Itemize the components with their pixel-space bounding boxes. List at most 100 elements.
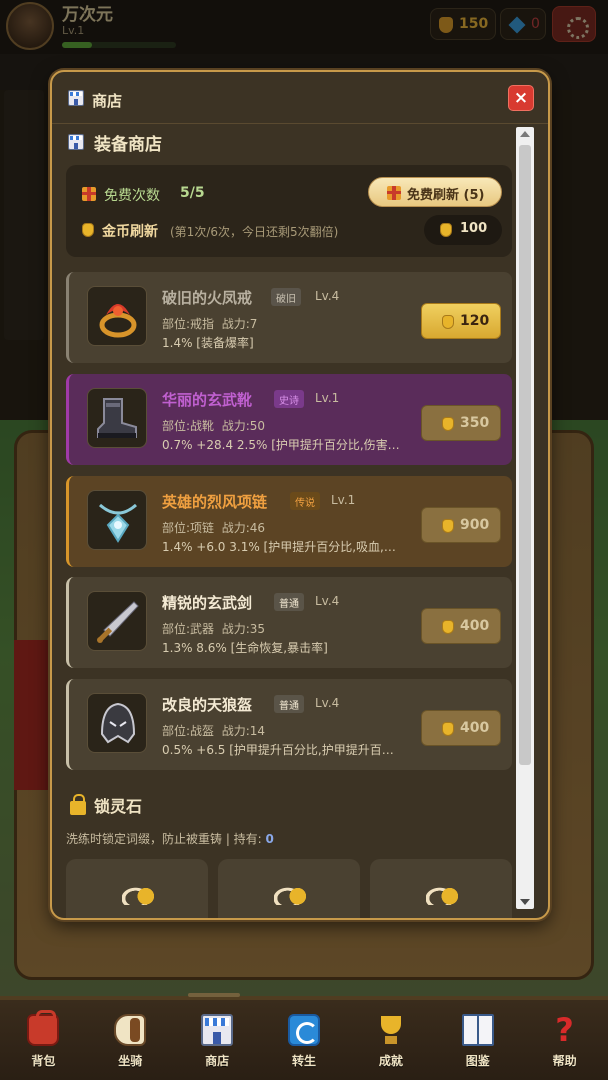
- item-slot: 部位:项链: [162, 521, 215, 535]
- lock-icon: [70, 794, 86, 815]
- gift-icon: [387, 186, 401, 200]
- free-refresh-count: 5/5: [180, 185, 205, 201]
- gift-icon: [82, 187, 96, 201]
- item-power: 战力:50: [221, 419, 266, 433]
- rebirth-icon: [288, 1014, 320, 1046]
- lock-stone-description: 洗练时锁定词缀，防止被重铸 | 持有: 0: [66, 830, 274, 847]
- nav-rebirth[interactable]: 转生: [261, 1000, 348, 1080]
- horse-icon: [114, 1014, 147, 1046]
- lock-stone-slot[interactable]: [66, 859, 208, 918]
- coin-icon: [442, 620, 454, 634]
- item-slot: 部位:武器: [162, 622, 215, 636]
- nav-label: 背包: [31, 1054, 56, 1068]
- item-power: 战力:46: [221, 521, 266, 535]
- buy-button[interactable]: 400: [421, 608, 501, 644]
- item-price: 400: [460, 618, 490, 634]
- nav-mount[interactable]: 坐骑: [87, 1000, 174, 1080]
- ring-icon: [87, 286, 147, 346]
- buy-button[interactable]: 350: [421, 405, 501, 441]
- nav-codex[interactable]: 图鉴: [434, 1000, 521, 1080]
- rarity-badge: 传说: [290, 492, 320, 510]
- item-level: Lv.1: [315, 391, 340, 405]
- nav-help[interactable]: ? 帮助: [521, 1000, 608, 1080]
- buy-button[interactable]: 120: [421, 303, 501, 339]
- item-affix: 0.5% +6.5 [护甲提升百分比,护甲提升百…: [162, 743, 394, 757]
- coin-refresh-label: 金币刷新: [102, 224, 158, 240]
- coin-icon: [82, 223, 94, 237]
- shop-item-card: 英雄的烈风项链 传说 Lv.1 部位:项链 战力:46 1.4% +6.0 3.…: [66, 476, 512, 567]
- modal-header: 商店 ×: [52, 72, 548, 124]
- item-slot: 部位:战盔: [162, 724, 215, 738]
- item-price: 900: [460, 517, 490, 533]
- shop-item-card: 破旧的火凤戒 破旧 Lv.4 部位:戒指 战力:7 1.4% [装备爆率] 12…: [66, 272, 512, 363]
- nav-achievements[interactable]: 成就: [347, 1000, 434, 1080]
- free-refresh-button-label: 免费刷新 (5): [407, 188, 485, 203]
- shop-icon: [201, 1014, 234, 1046]
- lock-stone-title: 锁灵石: [94, 797, 143, 816]
- free-refresh-label: 免费次数: [104, 188, 160, 204]
- item-level: Lv.4: [315, 594, 340, 608]
- lock-stone-slot[interactable]: [370, 859, 512, 918]
- rarity-badge: 史诗: [274, 390, 304, 408]
- item-price: 350: [460, 415, 490, 431]
- item-name: 精锐的玄武剑: [162, 594, 253, 612]
- coin-icon: [442, 417, 454, 431]
- shop-item-card: 精锐的玄武剑 普通 Lv.4 部位:武器 战力:35 1.3% 8.6% [生命…: [66, 577, 512, 668]
- item-slot: 部位:战靴: [162, 419, 215, 433]
- item-power: 战力:7: [221, 317, 258, 331]
- scroll-up-arrow-icon[interactable]: [520, 131, 530, 137]
- item-affix: 1.4% +6.0 3.1% [护甲提升百分比,吸血,伤…: [162, 540, 407, 554]
- item-price: 400: [460, 720, 490, 736]
- book-icon: [461, 1014, 494, 1046]
- coin-refresh-note: (第1次/6次，今日还剩5次翻倍): [170, 225, 339, 239]
- shop-icon: [68, 134, 84, 150]
- item-name: 英雄的烈风项链: [162, 493, 268, 511]
- item-slot: 部位:戒指: [162, 317, 215, 331]
- item-affix: 1.4% [装备爆率]: [162, 336, 254, 350]
- shop-icon: [68, 90, 84, 106]
- equipment-shop-title: 装备商店: [94, 135, 162, 155]
- nav-label: 坐骑: [118, 1054, 143, 1068]
- shop-item-card: 华丽的玄武靴 史诗 Lv.1 部位:战靴 战力:50 0.7% +28.4 2.…: [66, 374, 512, 465]
- buy-button[interactable]: 400: [421, 710, 501, 746]
- bottom-nav: 背包 坐骑 商店 转生 成就 图鉴 ? 帮助: [0, 1000, 608, 1080]
- backpack-icon: [27, 1010, 60, 1046]
- item-level: Lv.4: [315, 696, 340, 710]
- scrollbar[interactable]: [516, 127, 534, 909]
- scrollbar-thumb[interactable]: [519, 145, 531, 765]
- coin-icon: [442, 315, 454, 329]
- item-price: 120: [460, 313, 490, 329]
- shop-item-card: 改良的天狼盔 普通 Lv.4 部位:战盔 战力:14 0.5% +6.5 [护甲…: [66, 679, 512, 770]
- nav-label: 商店: [205, 1054, 230, 1068]
- sword-icon: [87, 591, 147, 651]
- item-affix: 0.7% +28.4 2.5% [护甲提升百分比,伤害…: [162, 438, 400, 452]
- coin-icon: [442, 519, 454, 533]
- scroll-down-arrow-icon[interactable]: [520, 899, 530, 905]
- item-power: 战力:14: [221, 724, 266, 738]
- lock-stone-owned: 0: [265, 832, 274, 846]
- close-button[interactable]: ×: [508, 85, 534, 111]
- rarity-badge: 普通: [274, 695, 304, 713]
- item-level: Lv.4: [315, 289, 340, 303]
- item-level: Lv.1: [331, 493, 356, 507]
- item-stats: 部位:战靴 战力:50: [162, 417, 265, 434]
- helmet-icon: [87, 693, 147, 753]
- item-power: 战力:35: [221, 622, 266, 636]
- item-name: 改良的天狼盔: [162, 696, 253, 714]
- buy-button[interactable]: 900: [421, 507, 501, 543]
- coin-refresh-cost: 100: [460, 221, 488, 236]
- necklace-icon: [87, 490, 147, 550]
- lock-stone-slot[interactable]: [218, 859, 360, 918]
- coin-refresh-button[interactable]: 100: [424, 215, 502, 245]
- nav-label: 帮助: [552, 1054, 577, 1068]
- item-name: 破旧的火凤戒: [162, 289, 253, 307]
- nav-shop[interactable]: 商店: [174, 1000, 261, 1080]
- nav-backpack[interactable]: 背包: [0, 1000, 87, 1080]
- lock-stone-desc-text: 洗练时锁定词缀，防止被重铸 | 持有:: [66, 832, 266, 846]
- coin-icon: [442, 722, 454, 736]
- rarity-badge: 破旧: [271, 288, 301, 306]
- item-stats: 部位:战盔 战力:14: [162, 722, 265, 739]
- item-stats: 部位:戒指 战力:7: [162, 315, 257, 332]
- shop-scroll-area[interactable]: 装备商店 免费次数 5/5 免费刷新 (5) 金币刷新 (第1次/6次，今日还剩…: [52, 125, 548, 918]
- free-refresh-button[interactable]: 免费刷新 (5): [368, 177, 502, 207]
